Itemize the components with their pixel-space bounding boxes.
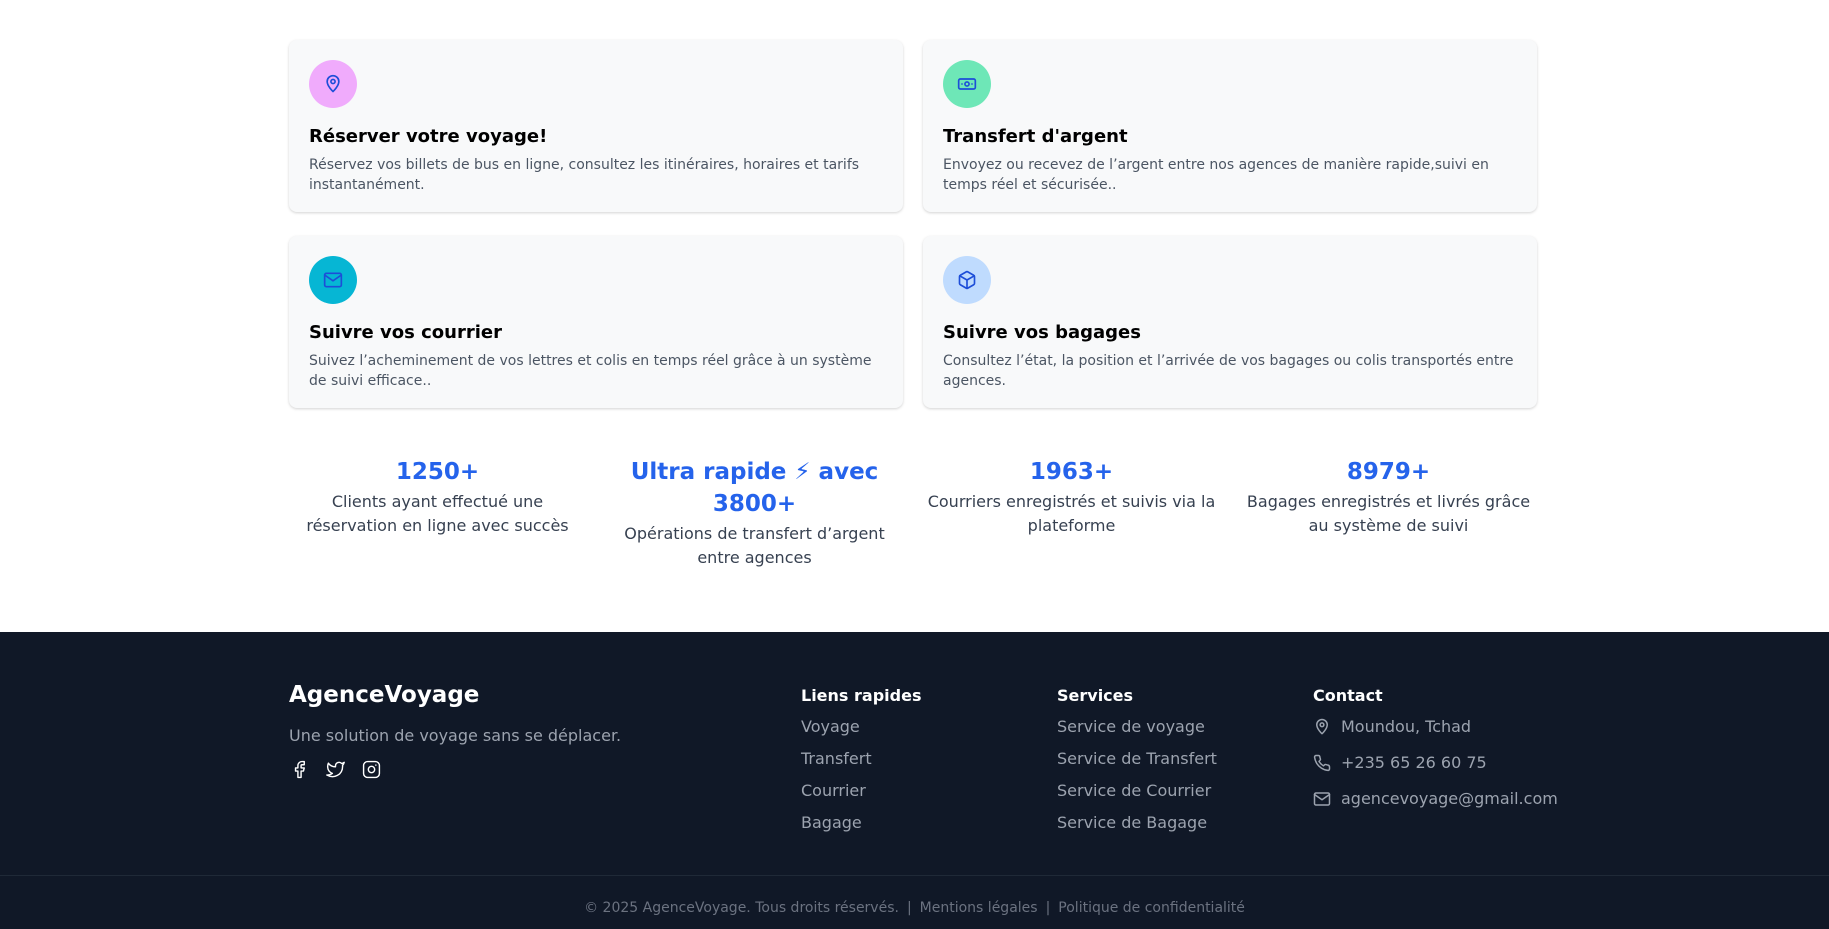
separator: | (1045, 900, 1051, 916)
stat-mail: 1963+ Courriers enregistrés et suivis vi… (923, 456, 1220, 570)
phone-icon (1313, 754, 1331, 772)
privacy-link[interactable]: Politique de confidentialité (1058, 900, 1245, 916)
twitter-icon[interactable] (325, 759, 345, 779)
facebook-icon[interactable] (289, 759, 309, 779)
contact-email[interactable]: agencevoyage@gmail.com (1313, 789, 1558, 809)
service-link-bagage[interactable]: Service de Bagage (1057, 813, 1313, 833)
separator: | (906, 900, 912, 916)
service-card-mail[interactable]: Suivre vos courrier Suivez l’acheminemen… (289, 236, 903, 408)
contact-location-text: Moundou, Tchad (1341, 717, 1472, 736)
legal-link[interactable]: Mentions légales (920, 900, 1038, 916)
service-title: Suivre vos bagages (943, 322, 1141, 343)
service-description: Réservez vos billets de bus en ligne, co… (309, 157, 860, 193)
service-description: Envoyez ou recevez de l’argent entre nos… (943, 157, 1489, 193)
contact-phone[interactable]: +235 65 26 60 75 (1313, 753, 1537, 773)
copyright-text: © 2025 AgenceVoyage. Tous droits réservé… (584, 900, 899, 916)
quick-link-voyage[interactable]: Voyage (801, 717, 1057, 737)
stat-value: 1963+ (1029, 459, 1114, 485)
services-grid: Réserver votre voyage! Réservez vos bill… (289, 40, 1537, 408)
page: Réserver votre voyage! Réservez vos bill… (0, 0, 1829, 929)
service-title: Suivre vos courrier (309, 322, 502, 343)
footer-tagline: Une solution de voyage sans se déplacer. (289, 726, 622, 745)
footer-divider (0, 875, 1829, 876)
stat-baggage: 8979+ Bagages enregistrés et livrés grâc… (1240, 456, 1537, 570)
service-card-reservation[interactable]: Réserver votre voyage! Réservez vos bill… (289, 40, 903, 212)
stat-clients: 1250+ Clients ayant effectué une réserva… (289, 456, 586, 570)
stat-label: Clients ayant effectué une réservation e… (306, 492, 569, 535)
stat-value: 1250+ (395, 459, 480, 485)
contact-phone-text: +235 65 26 60 75 (1341, 753, 1487, 772)
footer-brand-column: AgenceVoyage Une solution de voyage sans… (289, 682, 801, 845)
social-links (289, 759, 801, 779)
mail-icon (309, 256, 357, 304)
quick-link-transfert[interactable]: Transfert (801, 749, 1057, 769)
footer-quick-links: Liens rapides Voyage Transfert Courrier … (801, 682, 1057, 845)
quick-link-bagage[interactable]: Bagage (801, 813, 1057, 833)
service-card-transfer[interactable]: Transfert d'argent Envoyez ou recevez de… (923, 40, 1537, 212)
mail-icon (1313, 792, 1331, 806)
service-description: Consultez l’état, la position et l’arriv… (943, 353, 1514, 389)
footer-brand[interactable]: AgenceVoyage (289, 682, 801, 708)
services-title: Services (1057, 686, 1134, 705)
package-icon (943, 256, 991, 304)
stat-value: 8979+ (1346, 459, 1431, 485)
footer-services: Services Service de voyage Service de Tr… (1057, 682, 1313, 845)
banknote-icon (943, 60, 991, 108)
service-card-baggage[interactable]: Suivre vos bagages Consultez l’état, la … (923, 236, 1537, 408)
instagram-icon[interactable] (361, 759, 381, 779)
stats-row: 1250+ Clients ayant effectué une réserva… (289, 456, 1537, 570)
service-link-transfert[interactable]: Service de Transfert (1057, 749, 1313, 769)
contact-email-text: agencevoyage@gmail.com (1341, 789, 1558, 808)
service-title: Transfert d'argent (943, 126, 1128, 147)
contact-title: Contact (1313, 686, 1383, 705)
footer-columns: AgenceVoyage Une solution de voyage sans… (289, 682, 1558, 845)
footer-bottom-bar: © 2025 AgenceVoyage. Tous droits réservé… (0, 900, 1829, 916)
stat-label: Bagages enregistrés et livrés grâce au s… (1246, 492, 1531, 535)
footer: AgenceVoyage Une solution de voyage sans… (0, 632, 1829, 929)
service-link-voyage[interactable]: Service de voyage (1057, 717, 1313, 737)
service-link-courrier[interactable]: Service de Courrier (1057, 781, 1313, 801)
contact-location: Moundou, Tchad (1313, 717, 1537, 737)
stat-label: Courriers enregistrés et suivis via la p… (927, 492, 1216, 535)
quick-link-courrier[interactable]: Courrier (801, 781, 1057, 801)
service-title: Réserver votre voyage! (309, 126, 548, 147)
map-pin-icon (1316, 718, 1328, 735)
stat-transfers: Ultra rapide ⚡ avec 3800+ Opérations de … (606, 456, 903, 570)
stat-value: Ultra rapide ⚡ avec 3800+ (630, 459, 879, 517)
service-description: Suivez l’acheminement de vos lettres et … (309, 353, 872, 389)
stat-label: Opérations de transfert d’argent entre a… (624, 524, 885, 567)
quick-links-title: Liens rapides (801, 686, 922, 705)
map-pin-icon (309, 60, 357, 108)
footer-contact: Contact Moundou, Tchad +235 65 26 60 75 … (1313, 682, 1558, 845)
